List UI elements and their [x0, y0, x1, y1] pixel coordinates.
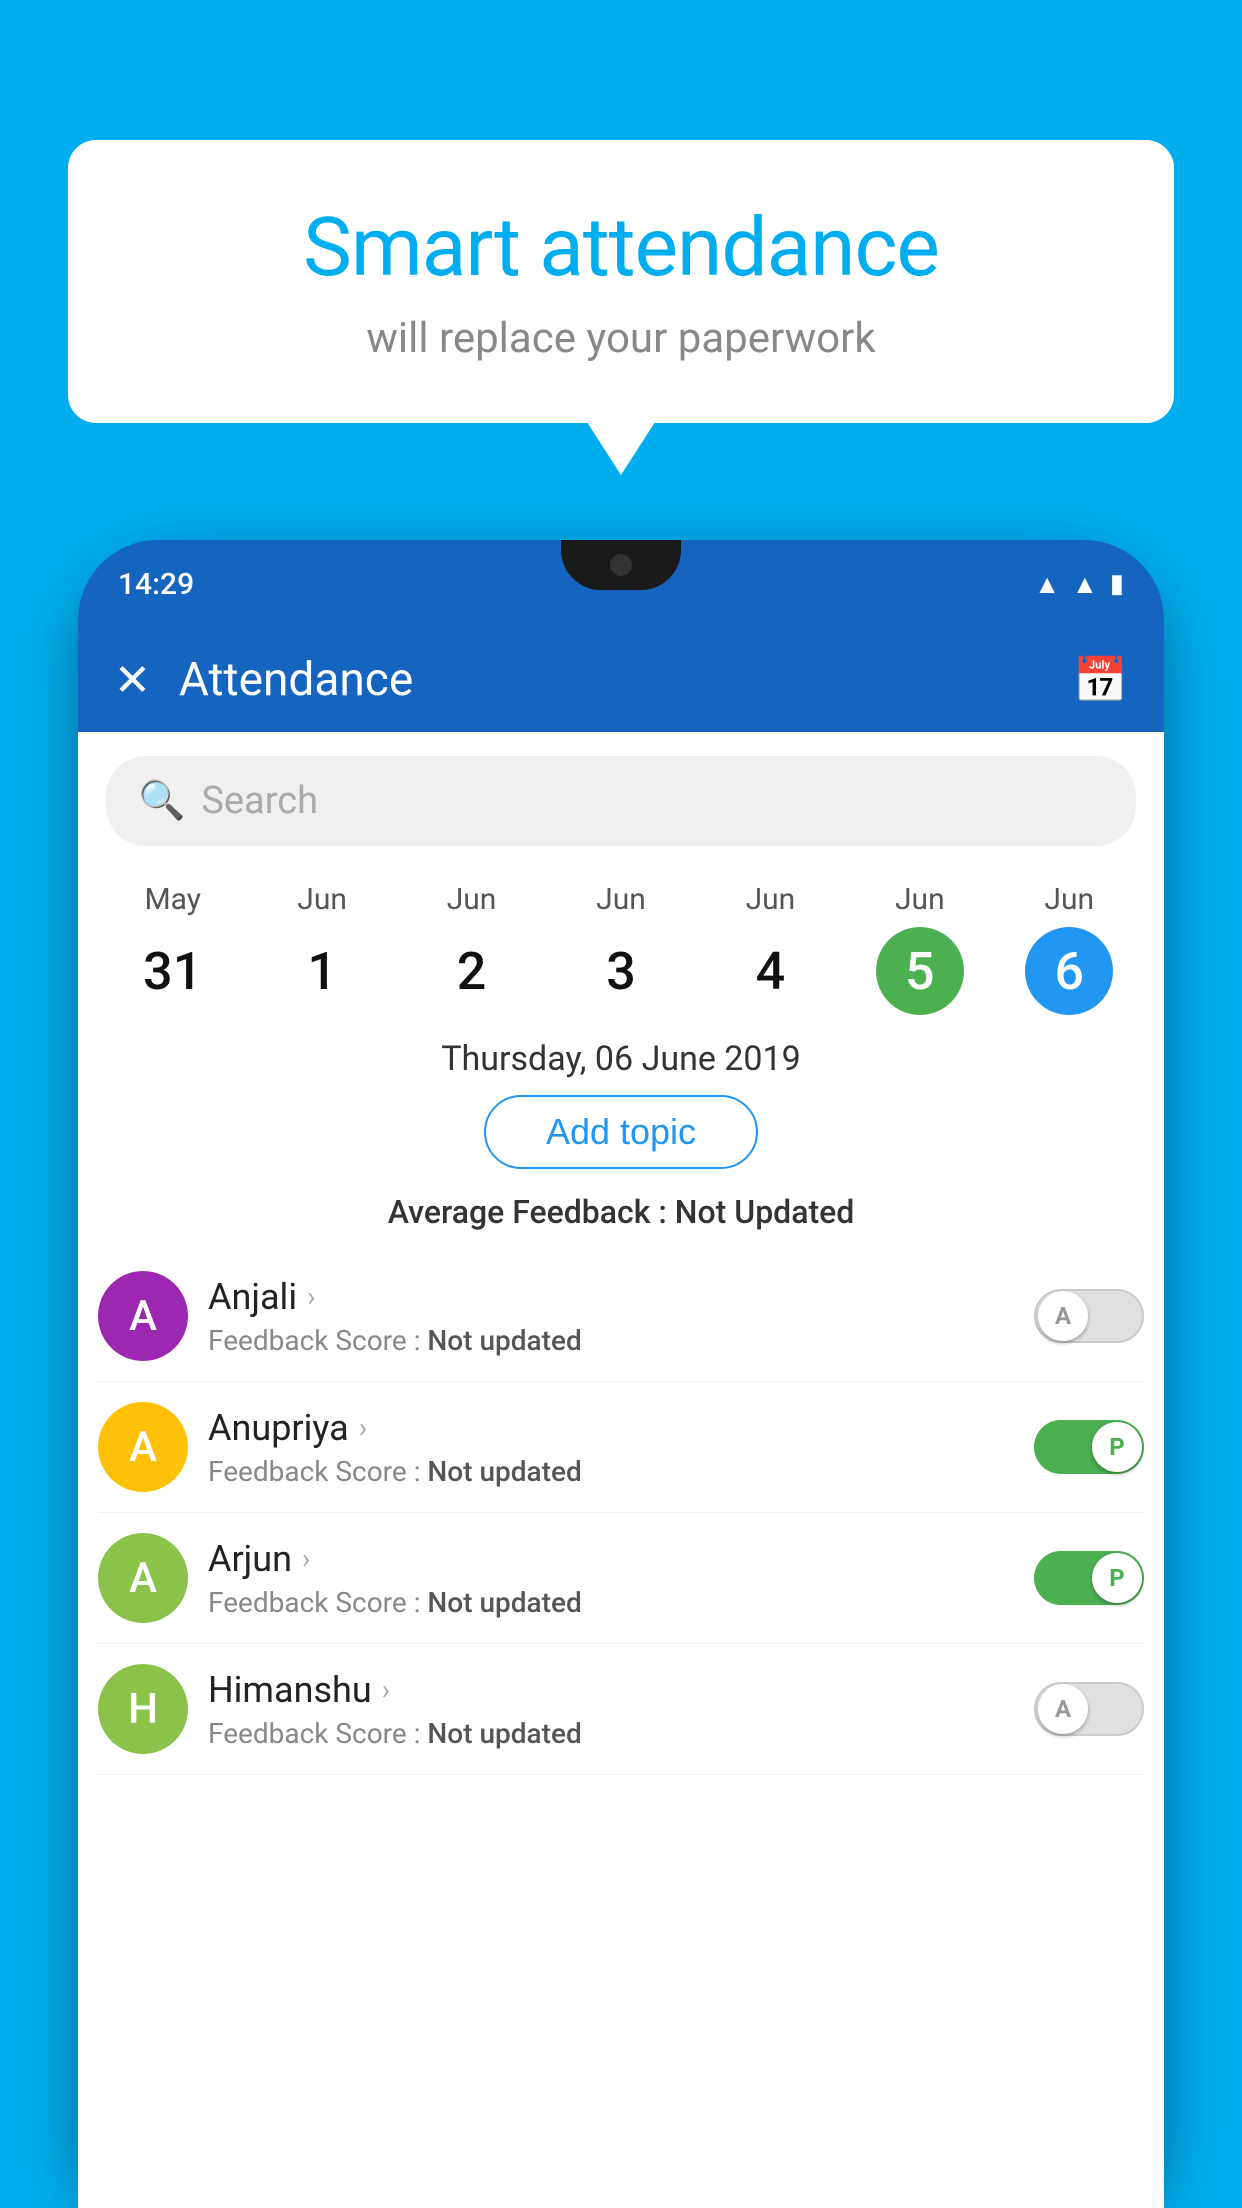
toggle-knob: P [1092, 1422, 1142, 1472]
toggle-knob: A [1038, 1684, 1088, 1734]
status-icons: ▲ ▲ ▮ [1034, 569, 1124, 600]
chevron-right-icon: › [359, 1411, 367, 1444]
student-info: Anjali › Feedback Score : Not updated [208, 1276, 1014, 1357]
student-name: Anupriya [208, 1407, 349, 1449]
date-day[interactable]: 1 [278, 927, 366, 1015]
student-name: Arjun [208, 1538, 292, 1580]
student-name-row[interactable]: Arjun › [208, 1538, 1014, 1580]
date-month: May [144, 882, 200, 917]
chevron-right-icon: › [382, 1673, 390, 1706]
app-bar-title: Attendance [179, 653, 1045, 707]
student-item: A Anjali › Feedback Score : Not updated … [98, 1251, 1144, 1382]
chevron-right-icon: › [302, 1542, 310, 1575]
date-month: Jun [596, 882, 646, 917]
date-day[interactable]: 6 [1025, 927, 1113, 1015]
phone-frame: 14:29 ▲ ▲ ▮ ✕ Attendance 📅 🔍 Search May … [78, 540, 1164, 2208]
student-item: A Arjun › Feedback Score : Not updated P [98, 1513, 1144, 1644]
chevron-right-icon: › [307, 1280, 315, 1313]
student-info: Arjun › Feedback Score : Not updated [208, 1538, 1014, 1619]
student-list: A Anjali › Feedback Score : Not updated … [78, 1251, 1164, 1775]
date-day[interactable]: 3 [577, 927, 665, 1015]
date-item[interactable]: Jun 3 [546, 882, 695, 1015]
student-name-row[interactable]: Himanshu › [208, 1669, 1014, 1711]
avg-feedback-value: Not Updated [675, 1193, 855, 1231]
feedback-score: Feedback Score : Not updated [208, 1324, 1014, 1357]
date-item[interactable]: Jun 4 [696, 882, 845, 1015]
selected-date: Thursday, 06 June 2019 [78, 1039, 1164, 1079]
add-topic-button[interactable]: Add topic [484, 1095, 758, 1169]
avg-feedback: Average Feedback : Not Updated [78, 1193, 1164, 1231]
date-day[interactable]: 4 [726, 927, 814, 1015]
student-avatar: A [98, 1402, 188, 1492]
student-avatar: H [98, 1664, 188, 1754]
attendance-toggle[interactable]: A [1034, 1682, 1144, 1736]
attendance-toggle[interactable]: P [1034, 1551, 1144, 1605]
student-name: Anjali [208, 1276, 297, 1318]
feedback-score: Feedback Score : Not updated [208, 1586, 1014, 1619]
student-avatar: A [98, 1533, 188, 1623]
search-bar[interactable]: 🔍 Search [106, 756, 1136, 846]
date-day[interactable]: 5 [876, 927, 964, 1015]
search-input[interactable]: Search [201, 779, 318, 823]
attendance-toggle[interactable]: P [1034, 1420, 1144, 1474]
notch [561, 540, 681, 590]
student-name-row[interactable]: Anjali › [208, 1276, 1014, 1318]
battery-icon: ▮ [1110, 569, 1124, 599]
date-item[interactable]: Jun 6 [995, 882, 1144, 1015]
date-item[interactable]: Jun 5 [845, 882, 994, 1015]
student-info: Himanshu › Feedback Score : Not updated [208, 1669, 1014, 1750]
feedback-score: Feedback Score : Not updated [208, 1455, 1014, 1488]
student-avatar: A [98, 1271, 188, 1361]
app-bar: ✕ Attendance 📅 [78, 628, 1164, 732]
close-button[interactable]: ✕ [114, 654, 151, 706]
date-month: Jun [746, 882, 796, 917]
screen-content: 🔍 Search May 31 Jun 1 Jun 2 Jun 3 Jun 4 … [78, 732, 1164, 2208]
status-time: 14:29 [118, 567, 194, 602]
attendance-toggle[interactable]: A [1034, 1289, 1144, 1343]
date-item[interactable]: Jun 2 [397, 882, 546, 1015]
student-name: Himanshu [208, 1669, 372, 1711]
student-item: H Himanshu › Feedback Score : Not update… [98, 1644, 1144, 1775]
signal-icon: ▲ [1072, 569, 1098, 600]
feedback-score: Feedback Score : Not updated [208, 1717, 1014, 1750]
bubble-subtitle: will replace your paperwork [118, 314, 1124, 363]
camera [610, 554, 632, 576]
toggle-knob: A [1038, 1291, 1088, 1341]
date-month: Jun [447, 882, 497, 917]
status-bar: 14:29 ▲ ▲ ▮ [78, 540, 1164, 628]
toggle-knob: P [1092, 1553, 1142, 1603]
student-info: Anupriya › Feedback Score : Not updated [208, 1407, 1014, 1488]
date-month: Jun [297, 882, 347, 917]
speech-bubble-container: Smart attendance will replace your paper… [68, 140, 1174, 423]
date-strip: May 31 Jun 1 Jun 2 Jun 3 Jun 4 Jun 5 Jun… [78, 866, 1164, 1015]
date-day[interactable]: 31 [129, 927, 217, 1015]
calendar-icon[interactable]: 📅 [1073, 654, 1128, 706]
student-name-row[interactable]: Anupriya › [208, 1407, 1014, 1449]
student-item: A Anupriya › Feedback Score : Not update… [98, 1382, 1144, 1513]
avg-feedback-label: Average Feedback : [388, 1193, 675, 1231]
wifi-icon: ▲ [1034, 569, 1060, 600]
bubble-title: Smart attendance [118, 200, 1124, 296]
date-item[interactable]: May 31 [98, 882, 247, 1015]
date-item[interactable]: Jun 1 [247, 882, 396, 1015]
date-day[interactable]: 2 [428, 927, 516, 1015]
search-icon: 🔍 [138, 779, 185, 823]
speech-bubble: Smart attendance will replace your paper… [68, 140, 1174, 423]
date-month: Jun [895, 882, 945, 917]
date-month: Jun [1044, 882, 1094, 917]
